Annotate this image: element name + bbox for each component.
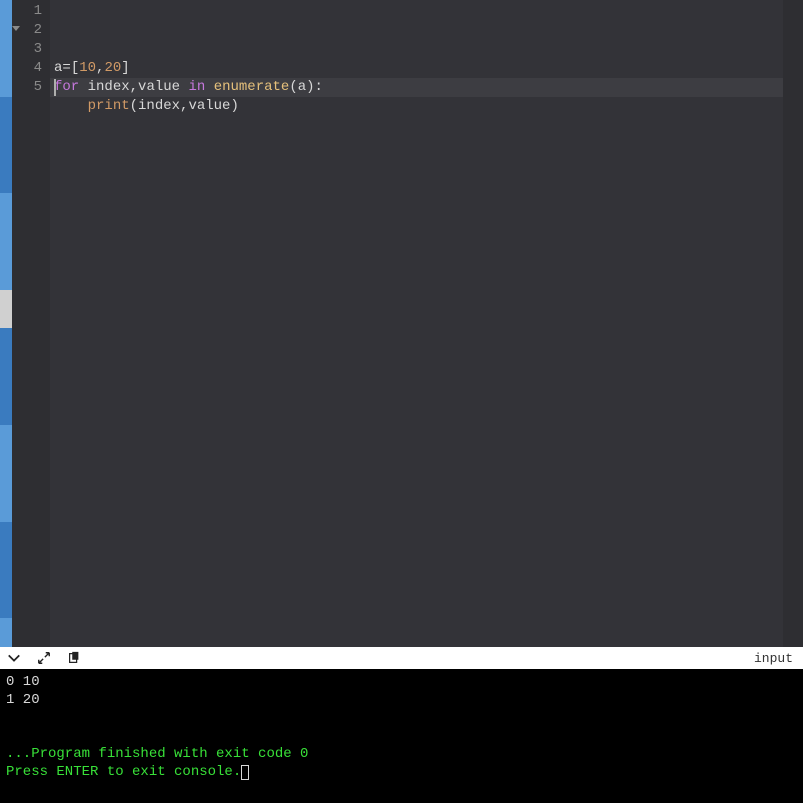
console-cursor bbox=[241, 765, 249, 780]
editor-area: 12345 a=[10,20]for index,value in enumer… bbox=[0, 0, 803, 647]
line-number-gutter: 12345 bbox=[12, 0, 50, 647]
chevron-down-icon[interactable] bbox=[6, 650, 22, 666]
code-editor[interactable]: a=[10,20]for index,value in enumerate(a)… bbox=[50, 0, 783, 647]
right-gutter bbox=[783, 0, 803, 647]
editor-cursor bbox=[54, 79, 56, 96]
code-line[interactable] bbox=[54, 116, 779, 135]
line-number: 4 bbox=[14, 59, 42, 78]
console-prompt: Press ENTER to exit console. bbox=[6, 763, 241, 781]
console-exit-message: ...Program finished with exit code 0 bbox=[6, 745, 308, 763]
expand-icon[interactable] bbox=[36, 650, 52, 666]
fold-marker-icon[interactable] bbox=[12, 26, 20, 31]
line-number: 2 bbox=[14, 21, 42, 40]
line-number: 1 bbox=[14, 2, 42, 21]
code-line[interactable]: print(index,value) bbox=[54, 97, 779, 116]
copy-icon[interactable] bbox=[66, 650, 82, 666]
left-activity-bar[interactable] bbox=[0, 0, 12, 647]
line-number: 3 bbox=[14, 40, 42, 59]
console-stdout: 0 10 1 20 bbox=[6, 674, 40, 708]
toolbar-input-label[interactable]: input bbox=[754, 651, 797, 666]
app-root: 12345 a=[10,20]for index,value in enumer… bbox=[0, 0, 803, 803]
code-line[interactable] bbox=[54, 135, 779, 154]
line-number: 5 bbox=[14, 78, 42, 97]
console-output[interactable]: 0 10 1 20 ...Program finished with exit … bbox=[0, 669, 803, 803]
code-line[interactable]: a=[10,20] bbox=[54, 59, 779, 78]
console-toolbar: input bbox=[0, 647, 803, 669]
